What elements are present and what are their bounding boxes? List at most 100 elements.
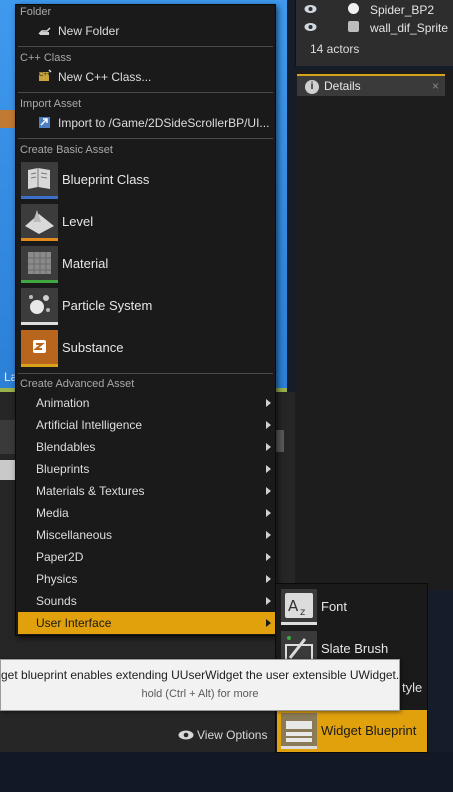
submenu-label: Animation (36, 396, 90, 410)
font-item[interactable]: Az Font (277, 586, 427, 628)
submenu-sounds[interactable]: Sounds (18, 590, 275, 612)
submenu-item-partial-label[interactable]: tyle (402, 680, 422, 695)
view-options-button[interactable]: View Options (178, 728, 267, 742)
menu-separator (18, 92, 273, 93)
visibility-eye-icon[interactable] (304, 22, 317, 32)
submenu-materials-textures[interactable]: Materials & Textures (18, 480, 275, 502)
section-header-folder: Folder (20, 6, 52, 18)
svg-text:z: z (300, 607, 305, 618)
level-icon (21, 204, 58, 241)
blueprint-class-label: Blueprint Class (62, 172, 150, 187)
blueprint-class-item[interactable]: Blueprint Class (18, 160, 274, 200)
section-header-import: Import Asset (20, 98, 82, 110)
substance-label: Substance (62, 340, 124, 355)
level-item[interactable]: Level (18, 202, 274, 242)
particle-system-label: Particle System (62, 298, 153, 313)
chevron-right-icon (266, 509, 271, 517)
material-item[interactable]: Material (18, 244, 274, 284)
import-to-label: Import to /Game/2DSideScrollerBP/UI... (58, 116, 270, 130)
level-label: Level (62, 214, 94, 229)
outliner-row[interactable]: Spider_BP2 (296, 1, 453, 19)
view-options-label: View Options (197, 728, 268, 742)
submenu-blendables[interactable]: Blendables (18, 436, 275, 458)
submenu-label: Blendables (36, 440, 96, 454)
submenu-label: Miscellaneous (36, 528, 113, 542)
world-outliner: Spider_BP2 wall_dif_Sprite 14 actors (295, 0, 453, 66)
tooltip: get blueprint enables extending UUserWid… (0, 659, 400, 711)
chevron-right-icon (266, 443, 271, 451)
submenu-label: Physics (36, 572, 78, 586)
svg-text:C++: C++ (39, 72, 51, 78)
menu-separator (18, 138, 273, 139)
tab-details[interactable]: i Details × (297, 74, 445, 96)
outliner-actor-name: wall_dif_Sprite (370, 21, 449, 35)
details-panel (295, 70, 453, 590)
widget-blueprint-icon (281, 713, 317, 749)
actor-count: 14 actors (310, 42, 360, 56)
section-header-cpp: C++ Class (20, 52, 72, 64)
info-icon: i (305, 80, 319, 94)
new-folder-item[interactable]: New Folder (18, 20, 274, 42)
font-label: Font (321, 599, 348, 614)
section-header-basic-asset: Create Basic Asset (20, 144, 113, 156)
chevron-right-icon (266, 421, 271, 429)
font-icon: Az (281, 589, 317, 625)
new-cpp-class-item[interactable]: C++ New C++ Class... (18, 66, 274, 88)
material-icon (21, 246, 58, 283)
submenu-label: User Interface (36, 616, 112, 630)
chevron-right-icon (266, 465, 271, 473)
submenu-animation[interactable]: Animation (18, 392, 275, 414)
new-cpp-class-label: New C++ Class... (58, 70, 152, 84)
substance-item[interactable]: Substance (18, 328, 274, 368)
chevron-right-icon (266, 399, 271, 407)
close-tab-icon[interactable]: × (432, 79, 439, 93)
submenu-label: Sounds (36, 594, 77, 608)
particle-system-icon (21, 288, 58, 325)
outliner-actor-name: Spider_BP2 (370, 3, 435, 17)
chevron-right-icon (266, 487, 271, 495)
visibility-eye-icon[interactable] (304, 4, 317, 14)
chevron-right-icon (266, 619, 271, 627)
slate-brush-label: Slate Brush (321, 641, 389, 656)
submenu-artificial-intelligence[interactable]: Artificial Intelligence (18, 414, 275, 436)
sprite-actor-icon (348, 21, 359, 32)
submenu-label: Paper2D (36, 550, 84, 564)
new-folder-icon (38, 27, 51, 35)
menu-separator (18, 373, 273, 374)
material-label: Material (62, 256, 109, 271)
submenu-user-interface[interactable]: User Interface (18, 612, 275, 634)
chevron-right-icon (266, 575, 271, 583)
chevron-right-icon (266, 553, 271, 561)
import-asset-item[interactable]: Import to /Game/2DSideScrollerBP/UI... (18, 112, 274, 134)
submenu-miscellaneous[interactable]: Miscellaneous (18, 524, 275, 546)
add-new-context-menu: Folder New Folder C++ Class C++ New C++ … (15, 4, 276, 636)
submenu-physics[interactable]: Physics (18, 568, 275, 590)
particle-system-item[interactable]: Particle System (18, 286, 274, 326)
outliner-row[interactable]: wall_dif_Sprite (296, 19, 453, 37)
substance-icon (21, 330, 58, 367)
submenu-label: Materials & Textures (36, 484, 145, 498)
cpp-class-icon: C++ (39, 69, 52, 81)
svg-text:A: A (288, 597, 299, 615)
tooltip-text: get blueprint enables extending UUserWid… (1, 668, 399, 682)
eye-icon (178, 730, 194, 740)
submenu-media[interactable]: Media (18, 502, 275, 524)
submenu-label: Media (36, 506, 69, 520)
widget-blueprint-item[interactable]: Widget Blueprint (277, 710, 427, 752)
tooltip-hint: hold (Ctrl + Alt) for more (141, 688, 259, 700)
chevron-right-icon (266, 597, 271, 605)
scrollbar[interactable] (276, 430, 284, 452)
blueprint-class-icon (21, 162, 58, 199)
import-icon (39, 117, 50, 128)
menu-separator (18, 46, 273, 47)
section-header-advanced-asset: Create Advanced Asset (20, 378, 135, 390)
new-folder-label: New Folder (58, 24, 120, 38)
submenu-paper2d[interactable]: Paper2D (18, 546, 275, 568)
status-bar (0, 752, 453, 792)
chevron-right-icon (266, 531, 271, 539)
submenu-label: Artificial Intelligence (36, 418, 143, 432)
tab-details-label: Details (324, 79, 361, 93)
widget-blueprint-label: Widget Blueprint (321, 723, 417, 738)
actor-sphere-icon (348, 3, 359, 14)
submenu-blueprints[interactable]: Blueprints (18, 458, 275, 480)
